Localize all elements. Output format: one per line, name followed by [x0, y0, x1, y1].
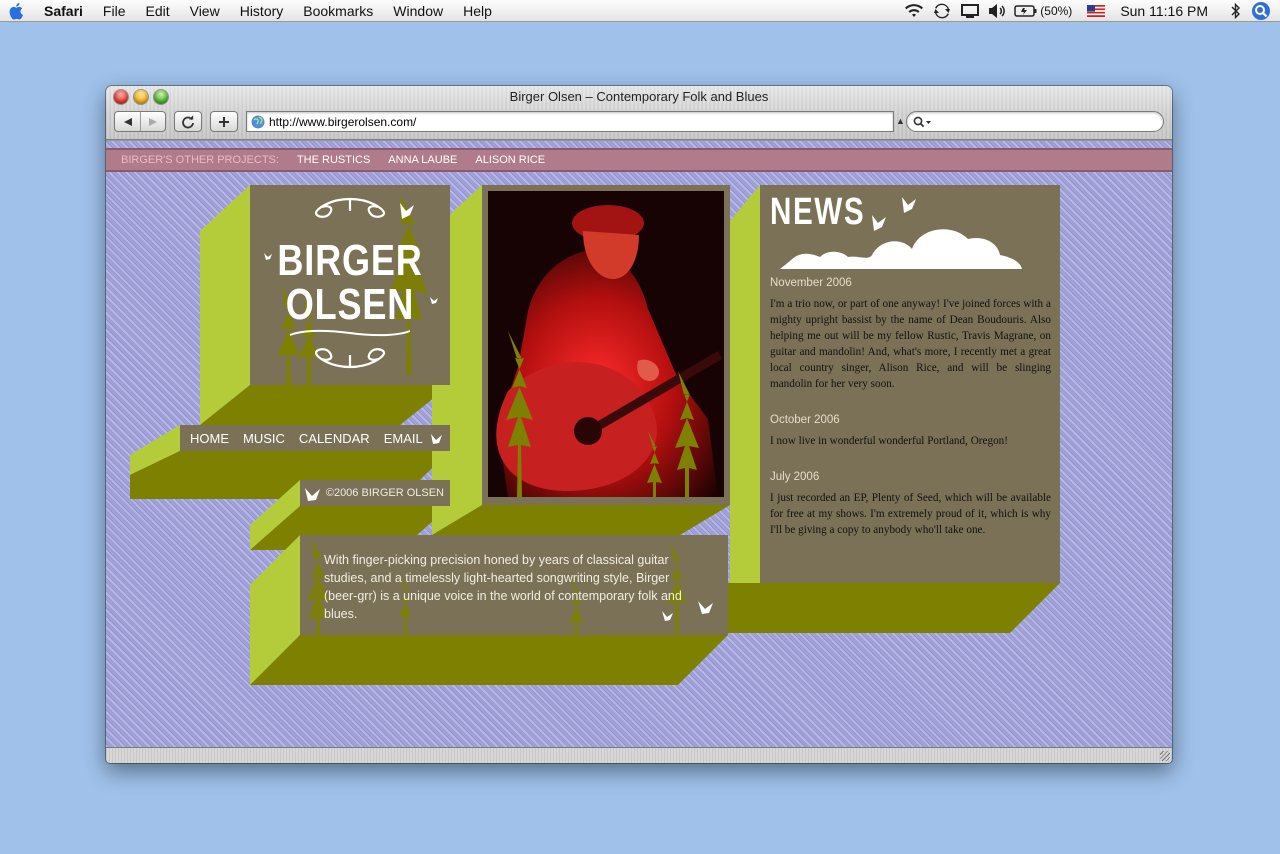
- nav-calendar[interactable]: CALENDAR: [299, 431, 370, 446]
- battery-icon[interactable]: [1012, 0, 1040, 22]
- logo-line-2: OLSEN: [285, 280, 415, 329]
- nav-music[interactable]: MUSIC: [243, 431, 285, 446]
- forward-button[interactable]: [140, 112, 165, 131]
- reload-button[interactable]: [174, 111, 202, 132]
- plus-icon: [219, 116, 229, 127]
- globe-icon: [251, 115, 265, 128]
- sync-icon[interactable]: [928, 0, 956, 22]
- url-text: http://www.birgerolsen.com/: [269, 114, 417, 129]
- news-date: October 2006: [770, 414, 840, 426]
- menubar: Safari File Edit View History Bookmarks …: [0, 0, 1280, 22]
- copyright-panel: ©2006 BIRGER OLSEN: [300, 480, 450, 506]
- apple-menu-icon[interactable]: [0, 2, 34, 20]
- us-flag-icon[interactable]: [1082, 0, 1110, 22]
- photo-frame: [482, 185, 730, 505]
- search-field[interactable]: [906, 111, 1164, 132]
- tree-overlay-icon: [506, 331, 699, 497]
- window-title: Birger Olsen – Contemporary Folk and Blu…: [509, 89, 769, 104]
- snapback-icon[interactable]: ▲: [896, 116, 905, 126]
- menu-edit[interactable]: Edit: [135, 3, 179, 19]
- add-bookmark-button[interactable]: [210, 111, 238, 132]
- window-bottom-bar: [106, 747, 1172, 763]
- resize-grip-icon[interactable]: [1160, 751, 1170, 761]
- search-icon: [913, 116, 931, 127]
- news-item-text: I now live in wonderful wonderful Portla…: [770, 435, 1008, 447]
- menu-help[interactable]: Help: [453, 3, 502, 19]
- nav-home[interactable]: HOME: [190, 431, 229, 446]
- back-arrow-icon: [123, 117, 132, 126]
- volume-icon[interactable]: [984, 0, 1012, 22]
- battery-percent: (50%): [1040, 4, 1073, 18]
- logo-panel[interactable]: BIRGER OLSEN: [250, 185, 450, 385]
- back-forward-buttons: [114, 111, 166, 132]
- news-date: July 2006: [770, 471, 820, 483]
- news-panel: NEWS November 2006 I'm a trio now, or pa…: [760, 185, 1060, 583]
- menu-app-safari[interactable]: Safari: [34, 3, 93, 19]
- bird-icon: [305, 488, 320, 501]
- title-bar[interactable]: Birger Olsen – Contemporary Folk and Blu…: [106, 86, 1172, 140]
- menu-history[interactable]: History: [230, 3, 294, 19]
- wifi-icon[interactable]: [900, 0, 928, 22]
- menu-file[interactable]: File: [93, 3, 136, 19]
- logo-text: BIRGER OLSEN: [268, 239, 432, 327]
- copyright-text: ©2006 BIRGER OLSEN: [325, 487, 444, 499]
- news-item-text: I just recorded an EP, Plenty of Seed, w…: [770, 492, 1051, 536]
- forward-arrow-icon: [149, 117, 157, 126]
- logo-line-1: BIRGER: [277, 236, 423, 285]
- menu-view[interactable]: View: [180, 3, 230, 19]
- bio-text: With finger-picking precision honed by y…: [324, 553, 682, 621]
- main-nav: HOME MUSIC CALENDAR EMAIL: [180, 425, 450, 451]
- menu-bookmarks[interactable]: Bookmarks: [293, 3, 383, 19]
- bird-icon: [431, 434, 442, 444]
- nav-email[interactable]: EMAIL: [384, 431, 423, 446]
- bluetooth-icon[interactable]: [1222, 0, 1250, 22]
- menubar-clock[interactable]: Sun 11:16 PM: [1110, 3, 1222, 19]
- safari-window: Birger Olsen – Contemporary Folk and Blu…: [106, 86, 1172, 763]
- news-heading: NEWS: [770, 191, 866, 233]
- menu-window[interactable]: Window: [383, 3, 453, 19]
- bio-panel: With finger-picking precision honed by y…: [300, 535, 728, 635]
- address-bar[interactable]: http://www.birgerolsen.com/: [246, 111, 894, 132]
- spotlight-icon[interactable]: [1250, 0, 1272, 22]
- back-button[interactable]: [115, 112, 140, 131]
- display-icon[interactable]: [956, 0, 984, 22]
- news-item-text: I'm a trio now, or part of one anyway! I…: [770, 298, 1051, 390]
- web-page: BIRGER'S OTHER PROJECTS: THE RUSTICS ANN…: [106, 141, 1172, 747]
- reload-icon: [182, 114, 194, 128]
- news-date: November 2006: [770, 277, 852, 289]
- musician-photo[interactable]: [488, 191, 724, 497]
